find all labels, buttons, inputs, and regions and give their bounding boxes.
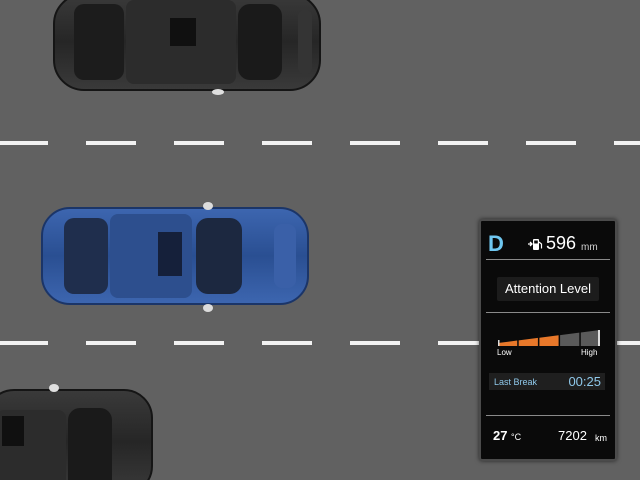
fuel-pump-icon [528,239,543,250]
range-value: 596 [546,233,577,253]
attention-meter [498,330,600,346]
divider-top [486,259,610,260]
odometer-value: 7202 [558,428,587,443]
other-car-bottom [0,384,153,480]
attention-meter-end-tick [598,330,600,346]
odometer-unit: km [595,433,607,443]
attention-title: Attention Level [504,281,591,296]
attention-meter-segment [580,330,600,346]
attention-meter-segment [560,332,580,346]
gear-indicator: D [488,231,504,256]
attention-meter-segment [539,335,559,346]
other-car-top [53,0,321,95]
attention-low-label: Low [497,348,512,357]
divider-bottom [486,415,610,416]
attention-high-label: High [581,348,598,357]
attention-title-box: Attention Level [497,277,599,301]
last-break-label: Last Break [494,377,538,387]
range-unit: mm [581,242,598,253]
attention-meter-segment [518,337,538,346]
divider-middle [486,312,610,313]
temperature-unit: °C [511,432,522,442]
temperature-value: 27 [493,428,508,443]
last-break-box: Last Break 00:25 [489,373,605,390]
attention-meter-start-tick [498,340,500,346]
last-break-value: 00:25 [568,374,601,389]
ego-car [41,202,309,312]
instrument-cluster: D 596 mm Attention Level Low High Last B… [479,219,617,461]
attention-meter-segment [498,340,518,346]
road-scene: D 596 mm Attention Level Low High Last B… [0,0,640,480]
